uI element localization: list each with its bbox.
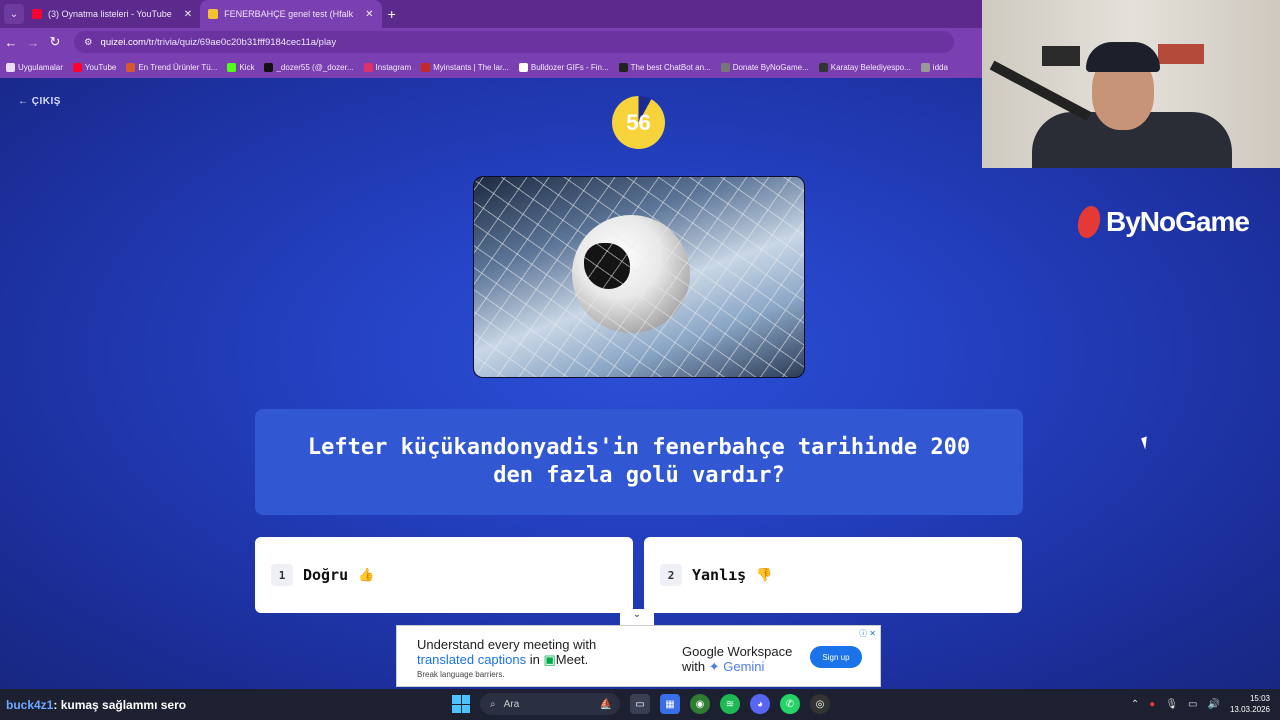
bookmark-kick[interactable]: Kick — [227, 62, 254, 72]
url-input[interactable]: ⚙ quizei.com/tr/trivia/quiz/69ae0c20b31f… — [74, 31, 954, 53]
chat-message: : kumaş sağlammı sero — [53, 697, 187, 712]
bookmark-youtube[interactable]: YouTube — [72, 62, 116, 72]
ad-subline: translated captions in ▣Meet. — [417, 652, 589, 667]
taskbar-search[interactable]: ⌕ Ara ⛵ — [480, 693, 620, 715]
checkmark-icon — [818, 62, 828, 72]
clock[interactable]: 15:03 13.03.2026 — [1230, 693, 1270, 715]
bynogame-mark-icon — [1073, 206, 1105, 238]
webcam-overlay — [982, 0, 1280, 168]
answer-true-button[interactable]: 1 Doğru 👍 — [255, 537, 633, 613]
bookmark-bulldozer[interactable]: Bulldozer GIFs - Fin... — [518, 62, 609, 72]
ad-signup-button[interactable]: Sign up — [810, 646, 862, 668]
tab-label: (3) Oynatma listeleri - YouTube — [48, 9, 172, 19]
tiktok-icon — [264, 62, 274, 72]
address-bar-row: ← → ↻ ⚙ quizei.com/tr/trivia/quiz/69ae0c… — [0, 28, 982, 56]
apps-icon — [6, 62, 15, 72]
microphone-icon[interactable]: 🎙 — [1165, 699, 1178, 710]
ad-tagline: Break language barriers. — [417, 670, 505, 679]
page-icon — [518, 62, 528, 72]
tab-strip: ⌄ (3) Oynatma listeleri - YouTube ✕ FENE… — [0, 0, 982, 28]
chat-username: buck4z1 — [6, 697, 54, 712]
store-icon[interactable]: ▦ — [660, 694, 680, 714]
forward-icon[interactable]: → — [22, 35, 44, 50]
exit-button[interactable]: ← ÇIKIŞ — [18, 96, 61, 107]
search-icon: ⌕ — [490, 698, 496, 710]
answer-label: Yanlış — [692, 566, 747, 584]
bookmarks-bar: Uygulamalar YouTube En Trend Ürünler Tü.… — [0, 56, 982, 78]
ad-brand: Google Workspace with ✦ Gemini — [682, 644, 793, 674]
new-tab-icon[interactable]: + — [388, 6, 396, 22]
close-icon[interactable]: ✕ — [365, 9, 373, 20]
close-icon[interactable]: ✕ — [184, 9, 192, 20]
ad-collapse-button[interactable]: ⌄ — [620, 609, 654, 625]
taskbar-apps: ⌕ Ara ⛵ ▭ ▦ ◉ ≋ ◕ ✆ ◎ — [452, 693, 830, 715]
youtube-icon — [72, 62, 82, 72]
bookmark-tiktok[interactable]: _dozer55 (@_dozer... — [264, 62, 354, 72]
url-host: quizei.com — [100, 36, 146, 48]
chevron-down-icon: ⌄ — [632, 609, 642, 620]
chevron-up-icon[interactable]: ⌃ — [1131, 699, 1139, 710]
answer-number: 1 — [271, 564, 293, 586]
donate-icon — [720, 62, 730, 72]
bookmark-idda[interactable]: idda — [920, 62, 948, 72]
answer-false-button[interactable]: 2 Yanlış 👎 — [644, 537, 1022, 613]
bookmark-bynogame[interactable]: Donate ByNoGame... — [720, 62, 809, 72]
store-icon — [126, 62, 136, 72]
tab-label: FENERBAHÇE genel test (Hfalk — [224, 9, 354, 19]
meet-icon: ▣ — [543, 652, 556, 667]
quiz-page: ← ÇIKIŞ 56 Lefter küçükandonyadis'in fen… — [0, 78, 1280, 689]
arrow-left-icon: ← — [18, 96, 29, 107]
thumbs-down-icon: 👎 — [756, 567, 773, 582]
youtube-icon — [32, 9, 42, 19]
countdown-timer: 56 — [612, 96, 665, 149]
system-tray: ⌃ ● 🎙 ▭ 🔊 15:03 13.03.2026 — [1131, 693, 1270, 715]
bookmark-apps[interactable]: Uygulamalar — [6, 62, 63, 72]
chrome-icon[interactable]: ◉ — [690, 694, 710, 714]
task-view-icon[interactable]: ▭ — [630, 694, 650, 714]
ad-info-icon[interactable]: ⓘ ✕ — [859, 628, 876, 639]
question-image — [473, 176, 805, 378]
ad-headline: Understand every meeting with — [417, 637, 597, 652]
tab-search-button[interactable]: ⌄ — [4, 4, 24, 24]
myinstants-icon — [421, 62, 431, 72]
page-icon — [920, 62, 930, 72]
quizei-icon — [208, 9, 219, 19]
stream-chat-line: buck4z1 : kumaş sağlammı sero — [6, 689, 186, 720]
bookmark-myinstants[interactable]: Myinstants | The lar... — [421, 62, 509, 72]
thumbs-up-icon: 👍 — [358, 567, 375, 582]
network-icon[interactable]: ▭ — [1188, 699, 1197, 710]
bookmark-chatbot[interactable]: The best ChatBot an... — [618, 62, 711, 72]
bookmark-instagram[interactable]: Instagram — [363, 62, 411, 72]
exit-label: ÇIKIŞ — [31, 96, 61, 107]
bookmark-karatay[interactable]: Karatay Belediyespo... — [818, 62, 911, 72]
chatbot-icon — [618, 62, 628, 72]
instagram-icon — [363, 62, 373, 72]
search-highlight-icon: ⛵ — [599, 698, 612, 710]
tab-youtube[interactable]: (3) Oynatma listeleri - YouTube ✕ — [24, 0, 200, 28]
url-path: /tr/trivia/quiz/69ae0c20b31fff9184cec11a… — [145, 36, 337, 48]
tab-quiz[interactable]: FENERBAHÇE genel test (Hfalk ✕ — [200, 0, 382, 28]
bynogame-logo: ByNoGame — [1073, 206, 1250, 238]
question-text: Lefter küçükandonyadis'in fenerbahçe tar… — [255, 409, 1023, 515]
windows-start-icon[interactable] — [452, 695, 470, 713]
ad-banner[interactable]: Understand every meeting with translated… — [396, 625, 881, 687]
gemini-label: ✦ Gemini — [708, 659, 765, 674]
answer-label: Doğru — [303, 566, 349, 584]
back-icon[interactable]: ← — [0, 35, 22, 50]
bookmark-trend[interactable]: En Trend Ürünler Tü... — [126, 62, 217, 72]
taskbar: buck4z1 : kumaş sağlammı sero ⌕ Ara ⛵ ▭ … — [0, 689, 1280, 720]
obs-icon[interactable]: ◎ — [810, 694, 830, 714]
answer-number: 2 — [660, 564, 682, 586]
site-info-icon[interactable]: ⚙ — [84, 37, 93, 48]
volume-icon[interactable]: 🔊 — [1208, 699, 1220, 710]
reload-icon[interactable]: ↻ — [44, 34, 66, 50]
discord-icon[interactable]: ◕ — [750, 694, 770, 714]
whatsapp-icon[interactable]: ✆ — [780, 694, 800, 714]
app-tray-icon[interactable]: ● — [1149, 699, 1155, 710]
goal-net — [474, 177, 804, 377]
spotify-icon[interactable]: ≋ — [720, 694, 740, 714]
kick-icon — [227, 62, 237, 72]
